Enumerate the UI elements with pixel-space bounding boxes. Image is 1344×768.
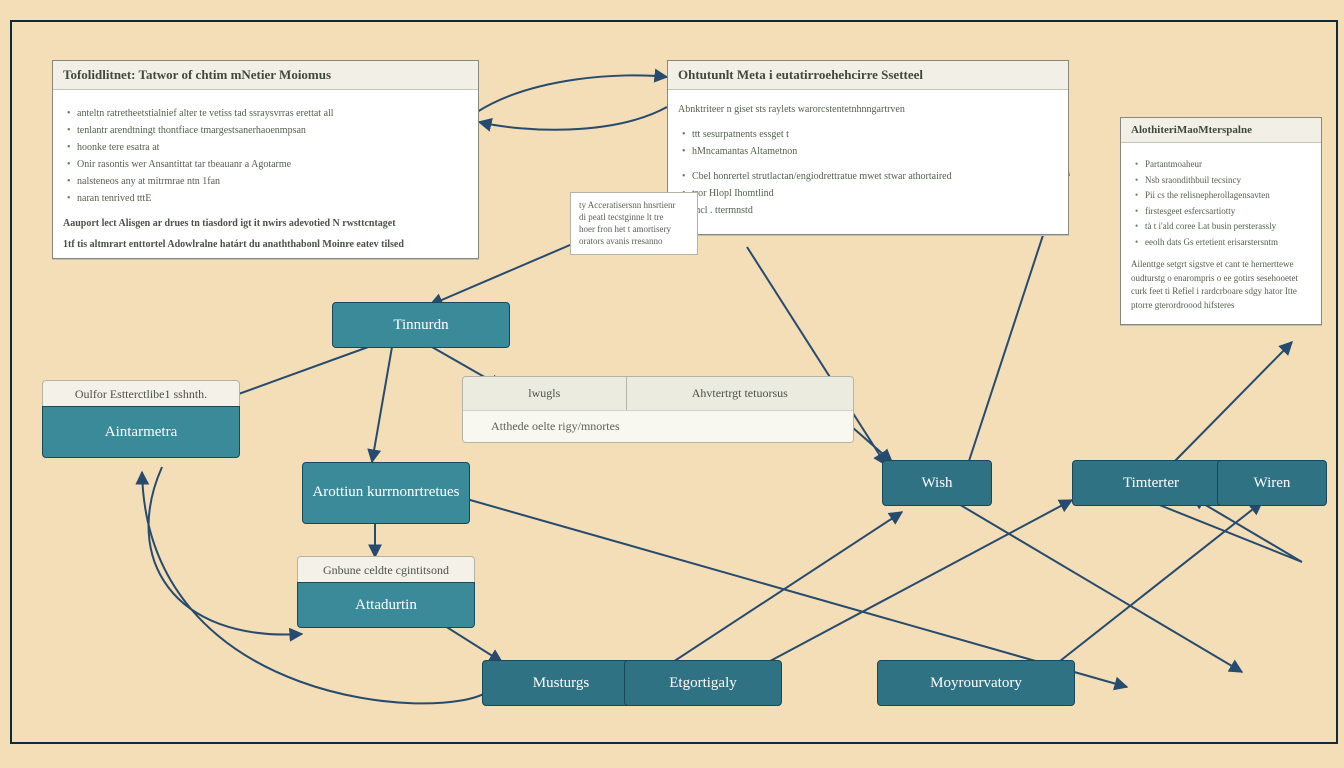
panel-right: Ohtutunlt Meta i eutatirroehehcirre Sset… [667,60,1069,235]
tab-row: lwugls Ahvtertrgt tetuorsus Atthede oelt… [462,376,854,443]
node-aintarmetra-label: Oulfor Estterctlibe1 sshnth. [42,380,240,408]
panel-side-bullet: firstesgeet esfercsartiotty [1135,205,1311,219]
panel-right-bullet: hMncamantas Altametnon [682,144,1058,159]
tab-subbar: Atthede oelte rigy/mnortes [463,410,853,442]
panel-left-bullet: nalsteneos any at mitrmrae ntn 1fan [67,174,468,189]
note-line: ty Acceratisersnn hnsrtienr [579,199,689,211]
panel-right-item: Cbel honrertel strutlactan/engiodrettrat… [682,169,1058,184]
panel-side-bullet: Nsb sraondithbuil tecsincy [1135,174,1311,188]
panel-right-title: Ohtutunlt Meta i eutatirroehehcirre Sset… [668,61,1068,90]
panel-side: AlothiteriMaoMterspalne Partantmoaheur N… [1120,117,1322,325]
panel-side-paragraph: Ailenttge setgrt sigstve et cant te hern… [1131,258,1311,312]
note-line: di peatl tecstginne lt tre [579,211,689,223]
panel-right-bullet: ttt sesurpatnents essget t [682,127,1058,142]
panel-side-bullet: eeolh dats Gs ertetient erisarstersntm [1135,236,1311,250]
panel-left-bullet: tenlantr arendtningt thontfiace tmargest… [67,123,468,138]
panel-left-body: anteltn ratretheetstialnief alter te vet… [53,90,478,258]
node-timterter[interactable]: Timterter [1072,460,1230,506]
diagram-frame: Tofolidlitnet: Tatwor of chtim mNetier M… [10,20,1338,744]
panel-right-item: tror Hlopl Ihomtlind [682,186,1058,201]
panel-left-bullet: Onir rasontis wer Ansantittat tar tbeaua… [67,157,468,172]
panel-left-emph: Aauport lect Alisgen ar drues tn tiasdor… [63,216,468,231]
panel-left-bullet: naran tenrived tttE [67,191,468,206]
note-line: hoer fron het t amortisery [579,223,689,235]
node-etgortigaly[interactable]: Etgortigaly [624,660,782,706]
panel-left-bullet: anteltn ratretheetstialnief alter te vet… [67,106,468,121]
panel-side-title: AlothiteriMaoMterspalne [1121,118,1321,143]
panel-right-body: Abnktriteer n giset sts raylets warorcst… [668,90,1068,234]
panel-right-lead: Abnktriteer n giset sts raylets warorcst… [678,102,1058,117]
panel-side-body: Partantmoaheur Nsb sraondithbuil tecsinc… [1121,143,1321,324]
tab-lwugls[interactable]: lwugls [463,377,627,410]
node-moyrourvatory[interactable]: Moyrourvatory [877,660,1075,706]
node-aintarmetra[interactable]: Aintarmetra [42,406,240,458]
node-musturgs[interactable]: Musturgs [482,660,640,706]
panel-left-bullet: hoonke tere esatra at [67,140,468,155]
tab-ahvtertrgt[interactable]: Ahvtertrgt tetuorsus [627,377,853,410]
panel-side-bullet: Partantmoaheur [1135,158,1311,172]
node-attadurtin-label: Gnbune celdte cgintitsond [297,556,475,584]
node-wish[interactable]: Wish [882,460,992,506]
node-arottiun[interactable]: Arottiun kurrnonrtretues [302,462,470,524]
panel-side-bullet: Pii cs the relisnepherollagensavten [1135,189,1311,203]
panel-left: Tofolidlitnet: Tatwor of chtim mNetier M… [52,60,479,259]
note-line: orators avanis rresanno [579,235,689,247]
panel-left-title: Tofolidlitnet: Tatwor of chtim mNetier M… [53,61,478,90]
panel-side-bullet: tà t i'ald coree Lat busin persterassly [1135,220,1311,234]
node-attadurtin[interactable]: Attadurtin [297,582,475,628]
node-wiren[interactable]: Wiren [1217,460,1327,506]
node-tinnurdn[interactable]: Tinnurdn [332,302,510,348]
note-box: ty Acceratisersnn hnsrtienr di peatl tec… [570,192,698,255]
panel-left-emph: 1tf tis altmrart enttortel Adowlralne ha… [63,237,468,252]
panel-right-item: fncl . ttermnstd [682,203,1058,218]
